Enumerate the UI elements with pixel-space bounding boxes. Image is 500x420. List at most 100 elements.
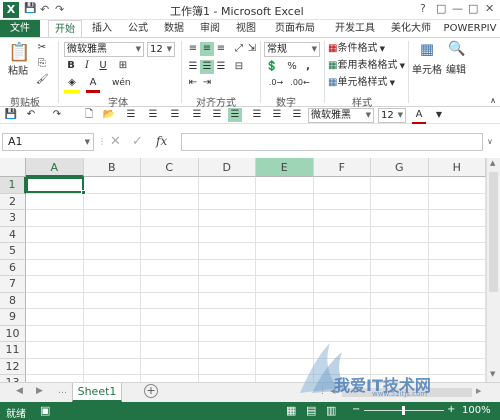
column-header-e[interactable]: E — [256, 158, 314, 177]
undo-icon[interactable]: ↶ — [24, 108, 38, 122]
macro-record-icon[interactable]: ▣ — [40, 404, 50, 417]
column-header-f[interactable]: F — [313, 158, 371, 177]
align-left-icon[interactable]: ☰ — [124, 108, 138, 122]
center-selected-icon[interactable]: ☰ — [228, 108, 242, 122]
row-header-1[interactable]: 1 — [0, 177, 26, 194]
zoom-out-button[interactable]: − — [352, 404, 360, 415]
editing-icon[interactable]: 🔍 — [448, 42, 466, 56]
row-header-4[interactable]: 4 — [0, 226, 26, 243]
comma-button[interactable]: , — [302, 60, 314, 74]
ribbon-display-button[interactable]: □ — [436, 2, 446, 15]
tab-review[interactable]: 审阅 — [196, 20, 224, 37]
align-top-icon[interactable]: ≡ — [186, 42, 200, 56]
tab-insert[interactable]: 插入 — [88, 20, 116, 37]
zoom-in-button[interactable]: + — [447, 404, 455, 415]
indent-icon[interactable]: ☰ — [250, 108, 264, 122]
row-header-11[interactable]: 11 — [0, 342, 26, 359]
open-folder-icon[interactable]: 📂 — [102, 108, 116, 122]
bold-button[interactable]: B — [64, 59, 78, 73]
vertical-scrollbar[interactable]: ▲ ▼ — [486, 158, 500, 382]
distributed-icon[interactable]: ☰ — [210, 108, 224, 122]
column-header-d[interactable]: D — [198, 158, 256, 177]
tab-powerpivot[interactable]: POWERPIV — [442, 20, 498, 37]
fill-color-icon[interactable]: ◈ — [64, 76, 80, 93]
undo-icon[interactable]: ↶ — [40, 3, 49, 16]
paste-button[interactable]: 粘贴 — [8, 65, 28, 79]
italic-button[interactable]: I — [80, 59, 94, 73]
new-file-icon[interactable]: 🗋 — [82, 108, 96, 122]
increase-decimal-icon[interactable]: .0→ — [266, 76, 286, 90]
scroll-right-icon[interactable]: ▶ — [476, 387, 481, 395]
sheet-menu-icon[interactable]: … — [58, 386, 67, 396]
underline-button[interactable]: U — [96, 59, 110, 73]
column-header-c[interactable]: C — [141, 158, 199, 177]
row-header-7[interactable]: 7 — [0, 276, 26, 293]
add-sheet-button[interactable]: + — [144, 384, 158, 398]
tab-data[interactable]: 数据 — [160, 20, 188, 37]
tab-beautify[interactable]: 美化大师 — [386, 20, 436, 37]
customize-toolbar-icon[interactable]: ▼ — [434, 108, 444, 122]
tab-developer[interactable]: 开发工具 — [330, 20, 380, 37]
sheet-tab-sheet1[interactable]: Sheet1 — [72, 383, 122, 402]
next-sheet-icon[interactable]: ▶ — [36, 386, 43, 396]
decrease-decimal-icon[interactable]: .00← — [290, 76, 310, 90]
align-center-icon[interactable]: ☰ — [200, 60, 214, 74]
close-button[interactable]: ✕ — [485, 2, 494, 15]
column-header-g[interactable]: G — [371, 158, 429, 177]
scroll-up-icon[interactable]: ▲ — [490, 159, 495, 167]
qat-font-size-select[interactable]: 12 ▼ — [378, 108, 406, 123]
row-header-3[interactable]: 3 — [0, 210, 26, 227]
minimize-button[interactable]: — — [452, 2, 463, 15]
row-header-8[interactable]: 8 — [0, 292, 26, 309]
qat-font-name-select[interactable]: 微软雅黑 ▼ — [308, 108, 374, 123]
expand-formula-icon[interactable]: ∨ — [487, 137, 493, 146]
page-layout-view-icon[interactable]: ▤ — [306, 404, 316, 417]
decrease-indent-icon[interactable]: ⇤ — [186, 76, 200, 90]
scroll-left-icon[interactable]: ◀ — [330, 387, 335, 395]
row-header-5[interactable]: 5 — [0, 243, 26, 260]
row-header-6[interactable]: 6 — [0, 259, 26, 276]
merge-center-icon[interactable]: ⊟ — [232, 60, 246, 74]
normal-view-icon[interactable]: ▦ — [286, 404, 296, 417]
enter-icon[interactable]: ✓ — [132, 134, 143, 149]
align-bottom-icon[interactable]: ≡ — [214, 42, 228, 56]
align-left-icon[interactable]: ☰ — [186, 60, 200, 74]
zoom-thumb[interactable] — [402, 406, 405, 415]
prev-sheet-icon[interactable]: ◀ — [16, 386, 23, 396]
scroll-thumb[interactable] — [489, 172, 498, 292]
copy-icon[interactable]: ⎘ — [36, 57, 48, 71]
format-painter-icon[interactable]: 🖌 — [36, 73, 49, 87]
scroll-down-icon[interactable]: ▼ — [490, 370, 495, 378]
tab-home[interactable]: 开始 — [48, 20, 82, 38]
font-color-button[interactable]: A — [86, 76, 100, 93]
qat-save-icon[interactable]: 💾 — [24, 3, 36, 14]
font-size-select[interactable]: 12 ▼ — [147, 42, 175, 57]
orientation-icon[interactable]: ⤢ — [232, 42, 246, 56]
maximize-button[interactable]: □ — [468, 2, 478, 15]
active-cell-a1[interactable] — [26, 177, 84, 193]
tab-page-layout[interactable]: 页面布局 — [268, 20, 322, 37]
outdent-icon[interactable]: ☰ — [270, 108, 284, 122]
percent-button[interactable]: % — [286, 60, 298, 74]
save-icon[interactable]: 💾 — [4, 108, 18, 122]
row-header-2[interactable]: 2 — [0, 193, 26, 210]
phonetic-icon[interactable]: wén — [112, 76, 131, 90]
tab-split-icon[interactable]: ⋮ — [318, 386, 327, 396]
wrap-text-icon[interactable]: ⇲ — [246, 42, 258, 56]
fill-handle[interactable] — [81, 190, 86, 195]
conditional-format-button[interactable]: ▦条件格式 ▼ — [328, 42, 385, 56]
border-icon[interactable]: ⊞ — [116, 59, 130, 73]
redo-icon[interactable]: ↷ — [55, 3, 64, 16]
zoom-level[interactable]: 100% — [462, 405, 491, 416]
row-header-12[interactable]: 12 — [0, 358, 26, 375]
name-box[interactable]: A1 ▼ — [2, 133, 94, 151]
column-header-a[interactable]: A — [26, 158, 84, 177]
cell-styles-button[interactable]: ▦单元格样式 ▼ — [328, 76, 395, 90]
redo-icon[interactable]: ↷ — [50, 108, 64, 122]
page-break-view-icon[interactable]: ▥ — [326, 404, 336, 417]
qat-font-color-button[interactable]: A — [412, 108, 426, 124]
tab-formulas[interactable]: 公式 — [124, 20, 152, 37]
horizontal-scrollbar[interactable] — [342, 388, 472, 397]
formula-input[interactable] — [181, 133, 483, 151]
cancel-icon[interactable]: ✕ — [110, 134, 121, 149]
